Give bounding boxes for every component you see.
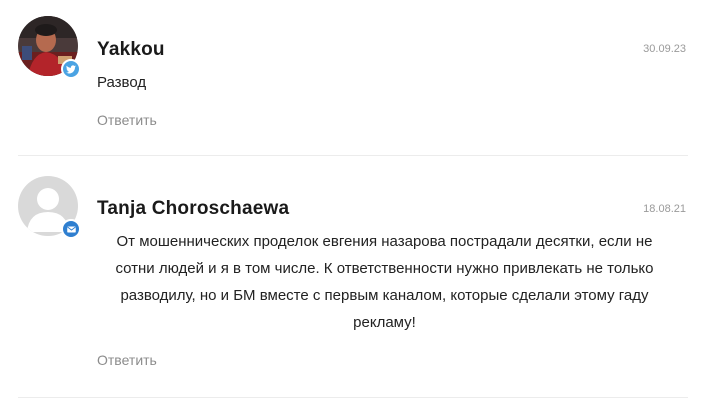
reply-button[interactable]: Ответить [97,352,157,368]
comment-author: Yakkou [97,39,165,60]
comment-item: Tanja Choroschaewa 18.08.21 От мошенниче… [0,156,712,398]
comment-list: Yakkou 30.09.23 Развод Ответить Tanja Ch… [0,0,712,415]
divider [18,397,688,398]
comment-date: 30.09.23 [643,43,686,55]
comment-text: От мошеннических проделок евгения назаро… [115,233,654,331]
comment-item: Yakkou 30.09.23 Развод Ответить [0,0,712,156]
comment-date: 18.08.21 [643,203,686,215]
comment-text: Развод [97,74,147,91]
reply-button[interactable]: Ответить [97,112,157,128]
email-envelope-icon [61,219,81,239]
twitter-bird-icon [61,59,81,79]
comment-author: Tanja Choroschaewa [97,198,290,219]
